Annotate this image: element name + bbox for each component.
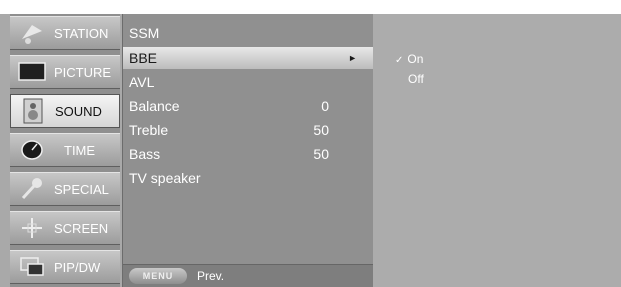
- option-label: Off: [408, 72, 424, 86]
- check-mark-icon: ✓: [395, 55, 404, 66]
- category-column: STATION PICTURE SOUND TIME SPECIAL SCREE…: [10, 14, 120, 287]
- menu-item-bass[interactable]: Bass 50: [129, 143, 369, 165]
- pip-window-icon: [16, 254, 48, 280]
- category-label: STATION: [54, 25, 109, 41]
- item-value: 50: [313, 122, 329, 138]
- option-label: On: [407, 52, 424, 66]
- tv-osd-menu: STATION PICTURE SOUND TIME SPECIAL SCREE…: [0, 14, 621, 287]
- submenu-arrow-icon: ►: [348, 53, 357, 63]
- item-label: Treble: [129, 122, 169, 138]
- category-label: TIME: [64, 142, 96, 158]
- prev-label: Prev.: [197, 269, 225, 283]
- menu-item-treble[interactable]: Treble 50: [129, 119, 369, 141]
- category-picture[interactable]: PICTURE: [10, 55, 120, 89]
- item-label: AVL: [129, 74, 155, 90]
- item-value: 50: [313, 146, 329, 162]
- key-icon: [16, 176, 48, 202]
- bbe-options-column: ✓ On Off: [373, 14, 621, 287]
- category-label: SOUND: [55, 103, 102, 119]
- menu-item-balance[interactable]: Balance 0: [129, 95, 369, 117]
- menu-item-avl[interactable]: AVL: [129, 71, 369, 93]
- menu-item-bbe[interactable]: BBE ►: [123, 47, 373, 69]
- speaker-icon: [17, 98, 49, 124]
- footer-bar: MENU Prev.: [123, 264, 373, 287]
- satellite-dish-icon: [16, 20, 48, 46]
- menu-item-tv-speaker[interactable]: TV speaker: [129, 167, 369, 189]
- option-off[interactable]: Off: [408, 70, 424, 88]
- category-label: SPECIAL: [54, 181, 109, 197]
- clock-icon: [16, 137, 48, 163]
- item-label: BBE: [129, 50, 158, 66]
- item-value: 0: [321, 98, 329, 114]
- crosshair-icon: [16, 215, 48, 241]
- category-label: PIP/DW: [54, 259, 101, 275]
- category-label: SCREEN: [54, 220, 109, 236]
- item-label: SSM: [129, 25, 160, 41]
- item-label: TV speaker: [129, 170, 201, 186]
- option-on[interactable]: ✓ On: [395, 50, 423, 68]
- category-special[interactable]: SPECIAL: [10, 172, 120, 206]
- sound-items-column: SSM BBE ► AVL Balance 0 Treble 50 Bass 5…: [122, 14, 373, 287]
- item-label: Bass: [129, 146, 161, 162]
- item-label: Balance: [129, 98, 180, 114]
- category-pip[interactable]: PIP/DW: [10, 250, 120, 284]
- category-sound[interactable]: SOUND: [10, 94, 120, 128]
- menu-button[interactable]: MENU: [129, 268, 187, 284]
- tv-screen-icon: [16, 59, 48, 85]
- category-station[interactable]: STATION: [10, 16, 120, 50]
- menu-item-ssm[interactable]: SSM: [129, 22, 369, 44]
- category-screen[interactable]: SCREEN: [10, 211, 120, 245]
- category-label: PICTURE: [54, 64, 112, 80]
- category-time[interactable]: TIME: [10, 133, 120, 167]
